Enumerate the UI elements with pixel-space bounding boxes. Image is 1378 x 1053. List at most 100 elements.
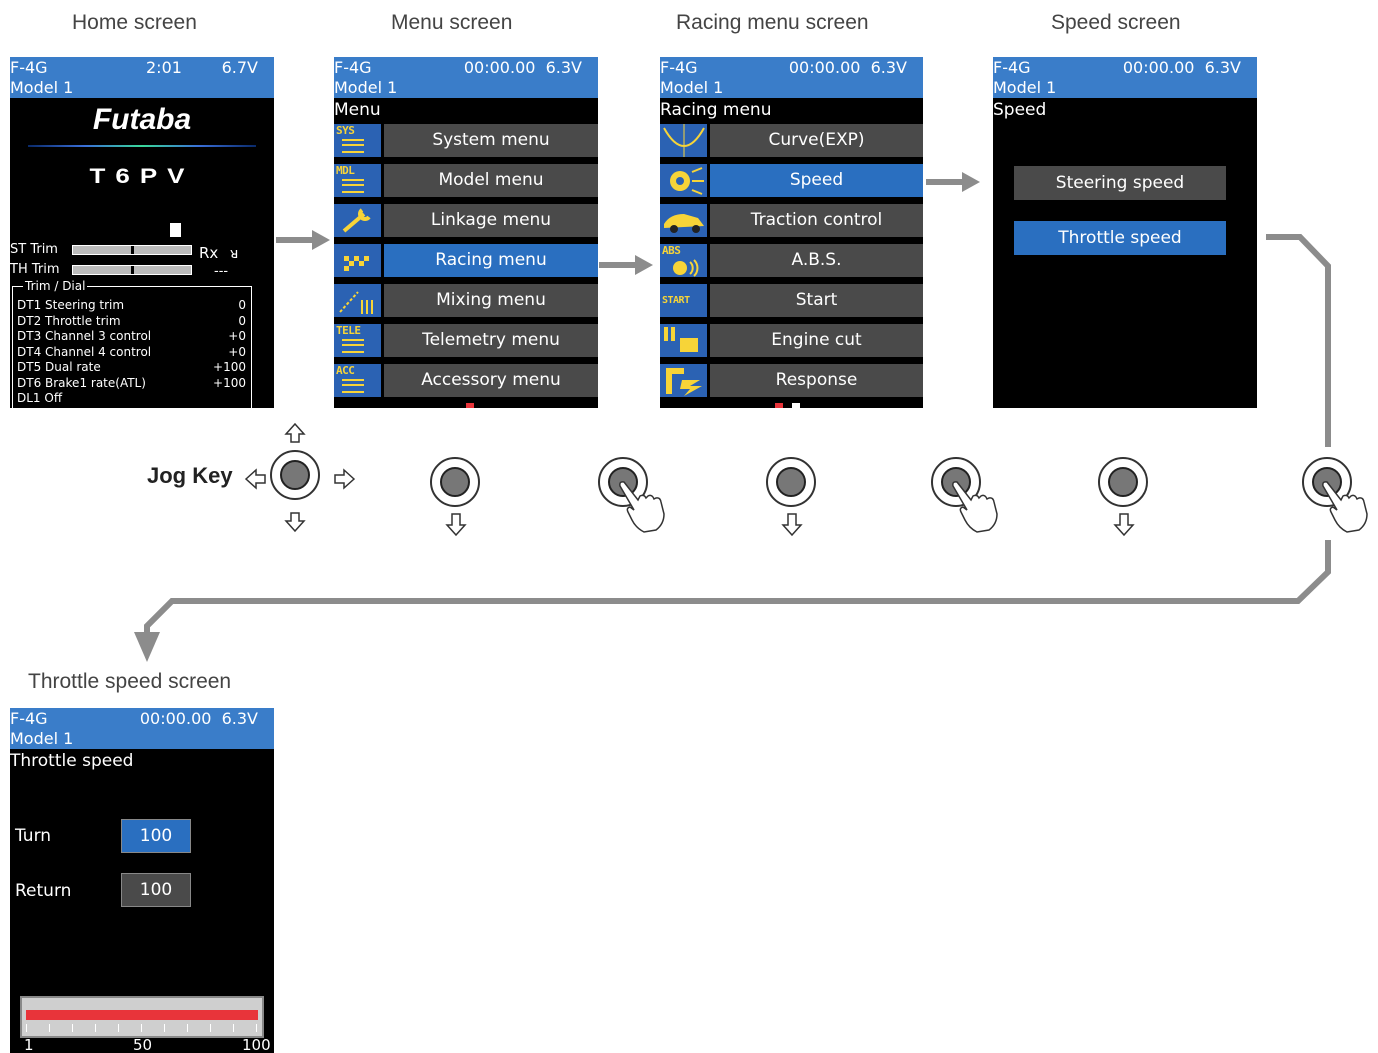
model-bar: Model 1	[334, 77, 598, 98]
mixing-icon	[334, 284, 381, 317]
accessory-icon: ACC	[334, 364, 381, 397]
model-code: F-4G	[334, 58, 372, 77]
jog-press-down-1[interactable]	[430, 457, 480, 507]
status-bar: F-4G 00:00.00 6.3V	[993, 57, 1257, 78]
jog-key-label: Jog Key	[147, 463, 233, 488]
list-item: DT2 Throttle trim 0	[17, 313, 246, 328]
timer-voltage: 00:00.00 6.3V	[139, 709, 258, 728]
page-title: Racing menu	[660, 100, 772, 120]
speed-icon	[660, 164, 707, 197]
model-icon: MDL	[334, 164, 381, 197]
menu-screen: F-4G 00:00.00 6.3V Model 1 Menu SYS System…	[334, 57, 598, 408]
racing-item-speed[interactable]: Speed	[660, 164, 923, 197]
bar-max-label: 100	[242, 1036, 271, 1053]
speed-bar-ticks	[26, 1024, 258, 1032]
steering-speed-button[interactable]: Steering speed	[1014, 166, 1226, 200]
menu-item-linkage[interactable]: Linkage menu	[334, 204, 598, 237]
menu-item-system[interactable]: SYS System menu	[334, 124, 598, 157]
th-trim-label: TH Trim	[10, 262, 60, 277]
model-name: Model 1	[10, 729, 74, 748]
dt-list: DT1 Steering trim 0 DT2 Throttle trim 0 DT…	[17, 298, 246, 407]
curve-icon	[660, 124, 707, 157]
racing-item-engine-cut[interactable]: Engine cut	[660, 324, 923, 357]
car-icon	[660, 204, 707, 237]
st-trim-bar	[72, 245, 192, 255]
rx-value: ---	[214, 264, 229, 279]
throttle-speed-screen: F-4G 00:00.00 6.3V Model 1 Throttle speed…	[10, 708, 274, 1053]
page-indicator-2	[792, 403, 800, 408]
menu-item-mixing[interactable]: Mixing menu	[334, 284, 598, 317]
pointing-hand-icon	[1322, 481, 1368, 533]
caption-speed: Speed screen	[1051, 11, 1181, 34]
rx-label: Rx	[199, 244, 219, 262]
racing-item-traction[interactable]: Traction control	[660, 204, 923, 237]
jog-press-down-3[interactable]	[1098, 457, 1148, 507]
arrow-up-icon	[284, 422, 306, 443]
timer-voltage: 00:00.00 6.3V	[463, 58, 582, 77]
model-name: Model 1	[660, 78, 724, 97]
jog-press-down-2[interactable]	[766, 457, 816, 507]
speed-bar-frame	[20, 996, 264, 1038]
antenna-icon: ᴚ	[230, 246, 239, 262]
page-title: Menu	[334, 100, 381, 120]
list-item: DT3 Channel 3 control +0	[17, 329, 246, 343]
menu-item-telemetry[interactable]: TELE Telemetry menu	[334, 324, 598, 357]
model-bar: Model 1	[660, 77, 923, 98]
model-bar: Model 1	[993, 77, 1257, 98]
menu-item-accessory[interactable]: ACC Accessory menu	[334, 364, 598, 397]
model-bar: Model 1	[10, 77, 274, 98]
caption-home: Home screen	[72, 11, 197, 34]
menu-item-model[interactable]: MDL Model menu	[334, 164, 598, 197]
th-trim-bar	[72, 265, 192, 275]
status-bar: F-4G 00:00.00 6.3V	[334, 57, 598, 78]
model-name: Model 1	[993, 78, 1057, 97]
racing-item-response[interactable]: Response	[660, 364, 923, 397]
arrow-left-icon	[244, 468, 266, 490]
telemetry-icon: TELE	[334, 324, 381, 357]
model-code: F-4G	[10, 58, 48, 77]
model-code: F-4G	[10, 709, 48, 728]
return-label: Return	[15, 881, 72, 901]
system-icon: SYS	[334, 124, 381, 157]
throttle-speed-button[interactable]: Throttle speed	[1014, 221, 1226, 255]
model-name: Model 1	[334, 78, 398, 97]
model-code: F-4G	[660, 58, 698, 77]
jog-direction-arrows	[244, 422, 356, 533]
abs-icon: ABS	[660, 244, 707, 277]
voltage: 6.7V	[221, 58, 258, 77]
racing-item-start[interactable]: START Start	[660, 284, 923, 317]
pointing-hand-icon	[952, 481, 998, 533]
page-title: Throttle speed	[10, 751, 134, 771]
racing-item-curve[interactable]: Curve(EXP)	[660, 124, 923, 157]
caption-menu: Menu screen	[391, 11, 513, 34]
arrow-down-icon	[445, 513, 467, 537]
list-item: DT6 Brake1 rate(ATL) +100	[17, 375, 246, 390]
futaba-logo: Futaba	[92, 103, 192, 136]
home-screen: F-4G 2:01 6.7V Model 1 Futaba T6PV ST Tr…	[10, 57, 274, 408]
start-icon: START	[660, 284, 707, 317]
speed-screen: F-4G 00:00.00 6.3V Model 1 Speed Steering…	[993, 57, 1257, 408]
turn-value[interactable]: 100	[121, 819, 191, 853]
arrow-right-icon	[334, 468, 356, 490]
menu-item-racing[interactable]: Racing menu	[334, 244, 598, 277]
status-bar: F-4G 2:01 6.7V	[10, 57, 274, 78]
arrow-down-icon	[781, 513, 803, 537]
checkered-flag-icon	[334, 244, 381, 277]
wrench-icon	[334, 204, 381, 237]
racing-item-abs[interactable]: ABS A.B.S.	[660, 244, 923, 277]
timer: 2:01	[146, 58, 182, 77]
st-trim-label: ST Trim	[10, 242, 58, 257]
status-bar: F-4G 00:00.00 6.3V	[10, 708, 274, 729]
model-code: F-4G	[993, 58, 1031, 77]
page-indicator	[775, 403, 783, 408]
bar-mid-label: 50	[133, 1036, 153, 1053]
page-title: Speed	[993, 100, 1047, 120]
list-item: DT5 Dual rate +100	[17, 360, 246, 374]
timer-voltage: 00:00.00 6.3V	[1122, 58, 1241, 77]
racing-menu-screen: F-4G 00:00.00 6.3V Model 1 Racing menu Cu…	[660, 57, 923, 408]
response-icon	[660, 364, 707, 397]
bar-min-label: 1	[24, 1036, 34, 1053]
timer-voltage: 00:00.00 6.3V	[788, 58, 907, 77]
return-value[interactable]: 100	[121, 873, 191, 907]
speed-bar-fill	[26, 1010, 258, 1020]
